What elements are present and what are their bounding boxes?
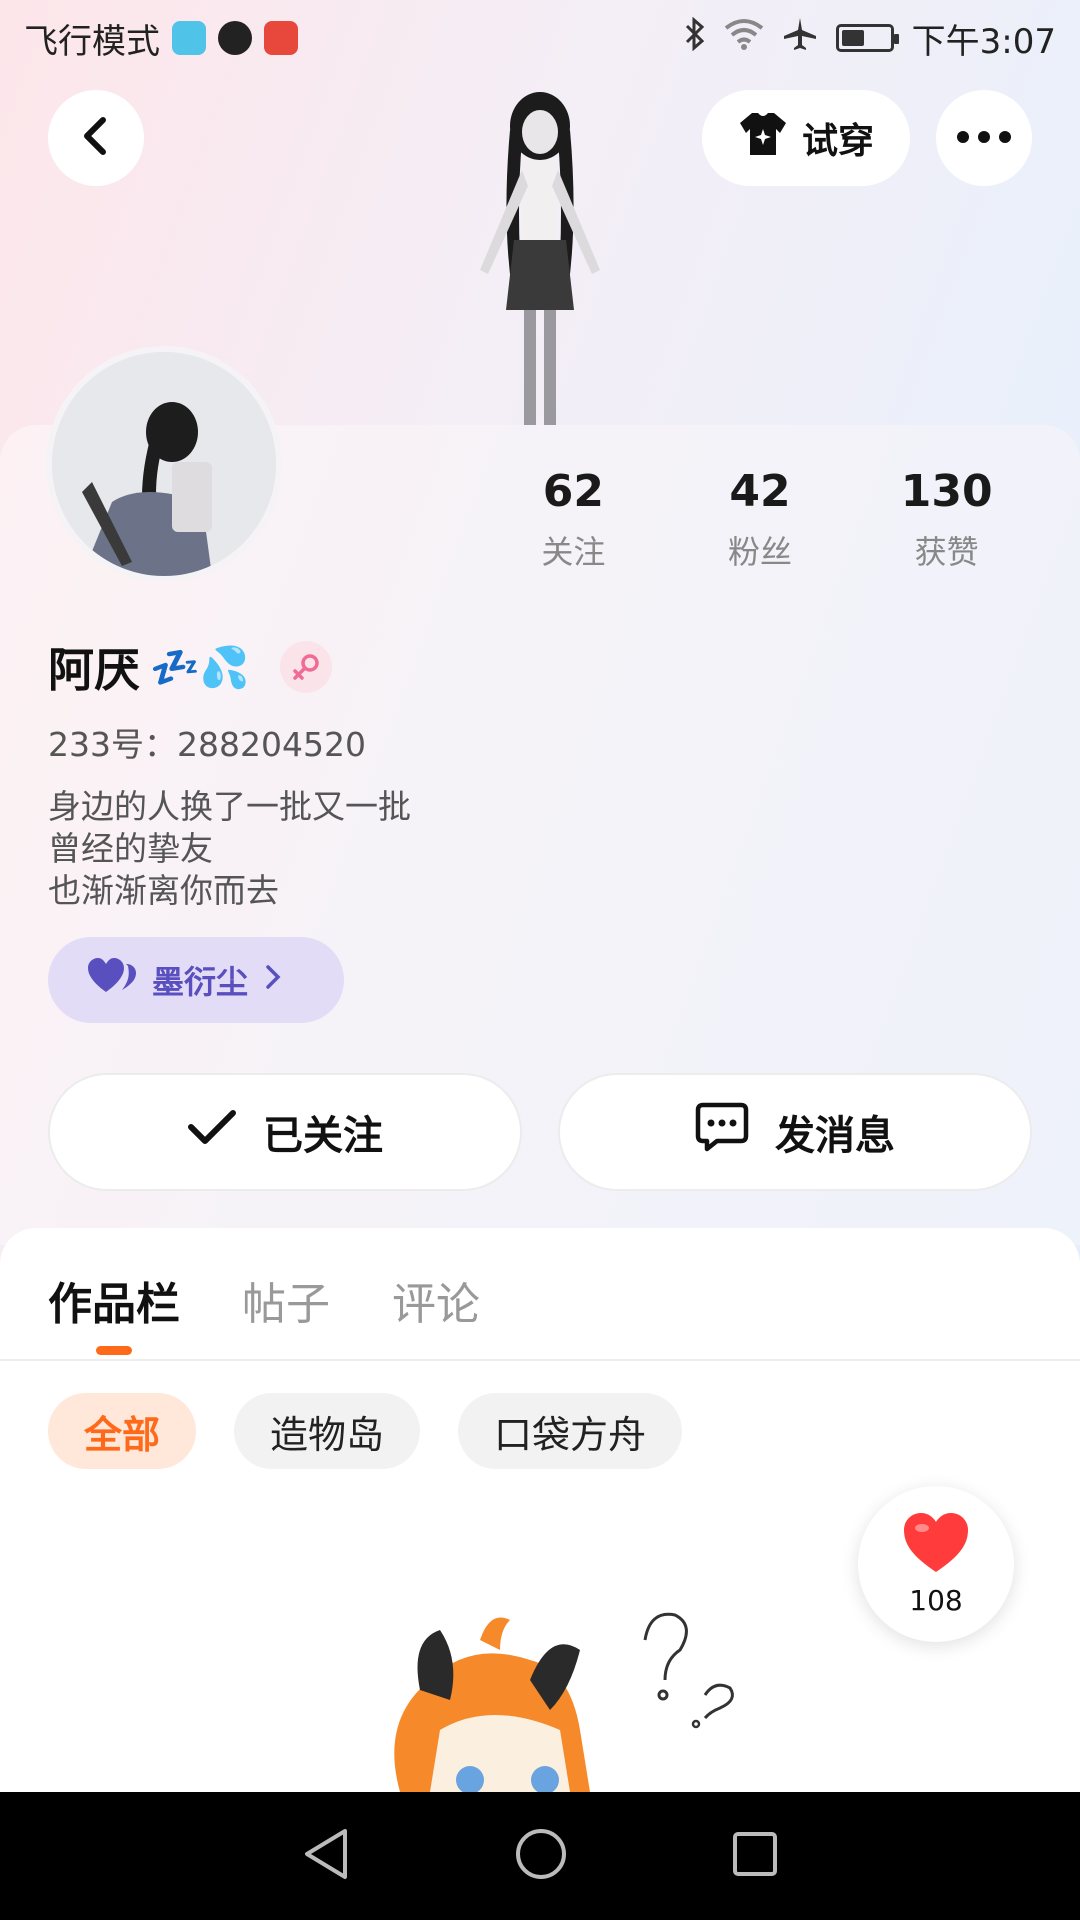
back-button[interactable] (48, 90, 144, 186)
nav-recents-icon[interactable] (731, 1830, 779, 1882)
like-count: 108 (909, 1583, 963, 1617)
stat-label: 获赞 (914, 533, 979, 571)
female-gender-icon (279, 641, 332, 693)
carrier-text: 飞行模式 (24, 21, 160, 62)
airplane-icon (782, 16, 818, 61)
tab-comments[interactable]: 评论 (392, 1268, 480, 1332)
avatar-3d-figure[interactable] (440, 90, 640, 430)
heart-pair-icon (88, 958, 136, 1002)
tshirt-icon (738, 111, 788, 166)
username-row: 阿厌 💤💦 (48, 634, 332, 700)
more-button[interactable] (936, 90, 1032, 186)
shield-app-icon (172, 21, 206, 55)
send-message-label: 发消息 (775, 1113, 895, 1159)
empty-state-mascot (360, 1600, 780, 1792)
tab-bar: 作品栏 帖子 评论 (48, 1268, 480, 1355)
tab-posts[interactable]: 帖子 (242, 1268, 330, 1332)
stat-label: 关注 (541, 533, 606, 571)
huawei-app-icon (264, 21, 298, 55)
stat-label: 粉丝 (728, 533, 793, 571)
checkmark-icon (187, 1107, 237, 1157)
nav-home-icon[interactable] (514, 1827, 568, 1885)
bio-line: 身边的人换了一批又一批 (48, 787, 411, 826)
more-dots-icon (956, 129, 1012, 148)
tab-works[interactable]: 作品栏 (48, 1268, 180, 1355)
nav-back-icon[interactable] (301, 1827, 351, 1885)
stat-value: 42 (729, 466, 791, 517)
bio: 身边的人换了一批又一批 曾经的挚友 也渐渐离你而去 (48, 786, 411, 912)
heart-icon (902, 1512, 970, 1578)
stat-likes[interactable]: 130 获赞 (853, 466, 1040, 573)
chevron-right-icon (264, 961, 282, 999)
chevron-left-icon (79, 116, 113, 160)
username-emoji: 💤💦 (150, 644, 250, 691)
stat-value: 62 (542, 466, 604, 517)
active-tab-indicator (96, 1346, 132, 1355)
status-bar: 飞行模式 下午3:07 (0, 0, 1080, 76)
username: 阿厌 (48, 643, 140, 697)
stat-value: 130 (900, 466, 993, 517)
system-nav-bar (0, 1792, 1080, 1920)
avatar[interactable] (46, 346, 282, 582)
stats-row: 62 关注 42 粉丝 130 获赞 (480, 466, 1040, 573)
filter-chip-all[interactable]: 全部 (48, 1393, 197, 1469)
relationship-tag[interactable]: 墨衍尘 (48, 937, 344, 1023)
relationship-tag-label: 墨衍尘 (152, 963, 249, 1001)
followed-label: 已关注 (263, 1113, 383, 1159)
wifi-icon (724, 18, 764, 59)
filter-chips: 全部 造物岛 口袋方舟 (48, 1393, 683, 1469)
battery-icon (835, 24, 899, 52)
stat-following[interactable]: 62 关注 (480, 466, 667, 573)
clock-text: 下午3:07 (911, 21, 1056, 62)
tab-label: 作品栏 (48, 1279, 180, 1330)
filter-chip-island[interactable]: 造物岛 (234, 1393, 421, 1469)
user-id-text: 233号：288204520 (48, 725, 366, 764)
tab-divider (0, 1359, 1080, 1361)
chat-bubble-icon (695, 1102, 749, 1162)
stat-followers[interactable]: 42 粉丝 (667, 466, 854, 573)
tab-label: 评论 (392, 1279, 480, 1330)
send-message-button[interactable]: 发消息 (558, 1073, 1032, 1191)
like-float-button[interactable]: 108 (858, 1486, 1014, 1642)
tiktok-app-icon (218, 21, 252, 55)
try-on-button[interactable]: 试穿 (702, 90, 910, 186)
bluetooth-icon (684, 16, 706, 60)
tab-label: 帖子 (242, 1279, 330, 1330)
filter-chip-ark[interactable]: 口袋方舟 (458, 1393, 683, 1469)
try-on-label: 试穿 (801, 121, 874, 162)
followed-button[interactable]: 已关注 (48, 1073, 522, 1191)
bio-line: 也渐渐离你而去 (48, 871, 279, 910)
bio-line: 曾经的挚友 (48, 829, 213, 868)
